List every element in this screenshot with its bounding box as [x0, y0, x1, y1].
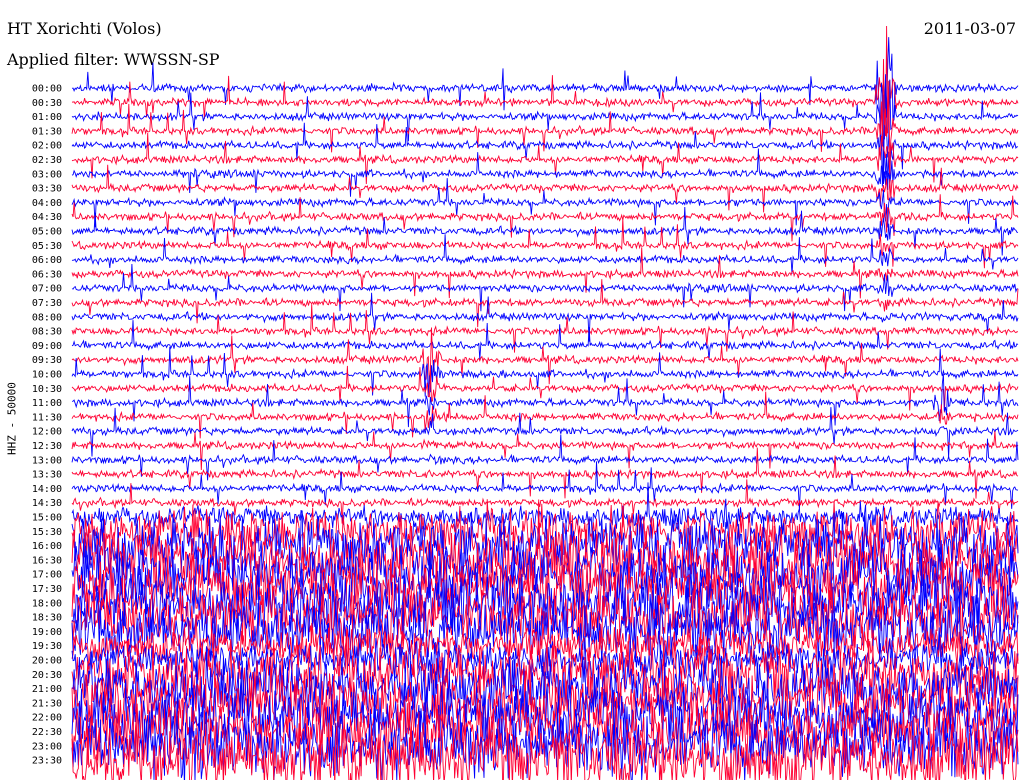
row-time-label: 14:30 [32, 498, 62, 509]
time-tick-labels: 00:00 00:30 01:00 01:30 02:00 02:30 03:00 03:30… [32, 84, 62, 767]
row-time-label: 16:00 [32, 541, 62, 552]
row-time-label: 22:30 [32, 727, 62, 738]
seismic-trace-row [71, 178, 1019, 228]
row-time-label: 20:30 [32, 670, 62, 681]
row-time-label: 15:00 [32, 513, 62, 524]
row-time-label: 19:30 [32, 641, 62, 652]
row-time-label: 07:30 [32, 298, 62, 309]
row-time-label: 09:00 [32, 341, 62, 352]
row-time-label: 12:30 [32, 441, 62, 452]
row-time-label: 03:30 [32, 184, 62, 195]
row-time-label: 11:30 [32, 412, 62, 423]
row-time-label: 02:00 [32, 141, 62, 152]
seismic-trace-row [71, 391, 1019, 439]
row-time-label: 08:00 [32, 312, 62, 323]
row-time-label: 20:00 [32, 656, 62, 667]
row-time-label: 00:30 [32, 98, 62, 109]
row-time-label: 01:00 [32, 112, 62, 123]
row-time-label: 22:00 [32, 713, 62, 724]
row-time-label: 13:00 [32, 455, 62, 466]
row-time-label: 05:30 [32, 241, 62, 252]
seismic-trace-row [71, 320, 1019, 360]
row-time-label: 23:00 [32, 741, 62, 752]
row-time-label: 17:00 [32, 570, 62, 581]
row-time-label: 15:30 [32, 527, 62, 538]
row-time-label: 03:00 [32, 169, 62, 180]
row-time-label: 04:30 [32, 212, 62, 223]
row-time-label: 19:00 [32, 627, 62, 638]
row-time-label: 21:00 [32, 684, 62, 695]
row-time-label: 04:00 [32, 198, 62, 209]
seismic-trace-row [71, 218, 1019, 269]
seismogram-plot: 00:00 00:30 01:00 01:30 02:00 02:30 03:00 03:30… [32, 25, 1019, 780]
row-time-label: 09:30 [32, 355, 62, 366]
row-time-label: 00:00 [32, 84, 62, 95]
row-time-label: 01:30 [32, 126, 62, 137]
seismic-trace-row [71, 234, 1019, 274]
row-time-label: 07:00 [32, 284, 62, 295]
row-time-label: 05:00 [32, 227, 62, 238]
row-time-label: 06:00 [32, 255, 62, 266]
row-time-label: 14:00 [32, 484, 62, 495]
row-time-label: 08:30 [32, 327, 62, 338]
row-time-label: 06:30 [32, 269, 62, 280]
row-time-label: 21:30 [32, 698, 62, 709]
row-time-label: 16:30 [32, 555, 62, 566]
row-time-label: 17:30 [32, 584, 62, 595]
row-time-label: 11:00 [32, 398, 62, 409]
row-time-label: 18:00 [32, 598, 62, 609]
row-time-label: 23:30 [32, 756, 62, 767]
row-time-label: 10:30 [32, 384, 62, 395]
row-time-label: 12:00 [32, 427, 62, 438]
row-time-label: 13:30 [32, 470, 62, 481]
seismic-trace-row [71, 431, 1019, 471]
row-time-label: 18:30 [32, 613, 62, 624]
trace-group [71, 25, 1019, 780]
seismic-trace-row [71, 499, 1019, 608]
seismic-trace-row [71, 292, 1019, 342]
row-time-label: 02:30 [32, 155, 62, 166]
row-time-label: 10:00 [32, 370, 62, 381]
